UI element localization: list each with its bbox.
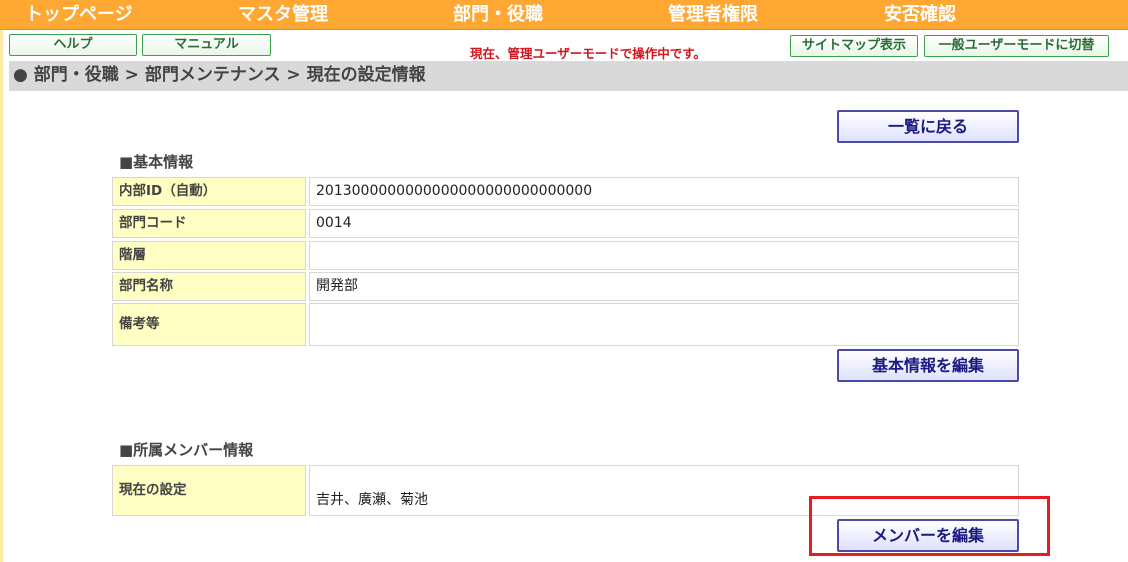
mode-message: 現在、管理ユーザーモードで操作中です。 xyxy=(470,46,707,61)
member-info-title: ■所属メンバー情報 xyxy=(119,441,254,459)
internal-id-value: 2013000000000000000000000000000 xyxy=(309,177,1019,206)
nav-department-position[interactable]: 部門・役職 xyxy=(453,3,543,27)
basic-info-title: ■基本情報 xyxy=(119,153,194,171)
switch-user-mode-button[interactable]: 一般ユーザーモードに切替 xyxy=(924,35,1109,57)
nav-admin-privileges[interactable]: 管理者権限 xyxy=(668,3,758,27)
breadcrumb-bullet: ● xyxy=(13,65,28,85)
left-edge-strip xyxy=(0,0,3,562)
current-settings-label: 現在の設定 xyxy=(112,465,306,516)
hierarchy-value xyxy=(309,241,1019,270)
breadcrumb-path: 部門・役職 > 部門メンテナンス > 現在の設定情報 xyxy=(33,65,426,85)
department-name-label: 部門名称 xyxy=(112,272,306,301)
department-name-value: 開発部 xyxy=(309,272,1019,301)
help-button[interactable]: ヘルプ xyxy=(9,34,137,56)
manual-button[interactable]: マニュアル xyxy=(142,34,271,56)
edit-basic-info-button[interactable]: 基本情報を編集 xyxy=(837,349,1019,382)
department-code-label: 部門コード xyxy=(112,209,306,238)
remarks-label: 備考等 xyxy=(112,303,306,346)
remarks-value xyxy=(309,303,1019,346)
department-code-value: 0014 xyxy=(309,209,1019,238)
highlight-box xyxy=(809,496,1050,556)
internal-id-label: 内部ID（自動） xyxy=(112,177,306,206)
breadcrumb: ● 部門・役職 > 部門メンテナンス > 現在の設定情報 xyxy=(9,61,1128,91)
top-nav: トップページ マスタ管理 部門・役職 管理者権限 安否確認 xyxy=(0,0,1128,30)
nav-safety-confirmation[interactable]: 安否確認 xyxy=(884,3,956,27)
sitemap-button[interactable]: サイトマップ表示 xyxy=(790,35,918,57)
back-to-list-button[interactable]: 一覧に戻る xyxy=(837,110,1019,143)
hierarchy-label: 階層 xyxy=(112,241,306,270)
nav-master-management[interactable]: マスタ管理 xyxy=(238,3,328,27)
nav-top-page[interactable]: トップページ xyxy=(25,3,133,27)
